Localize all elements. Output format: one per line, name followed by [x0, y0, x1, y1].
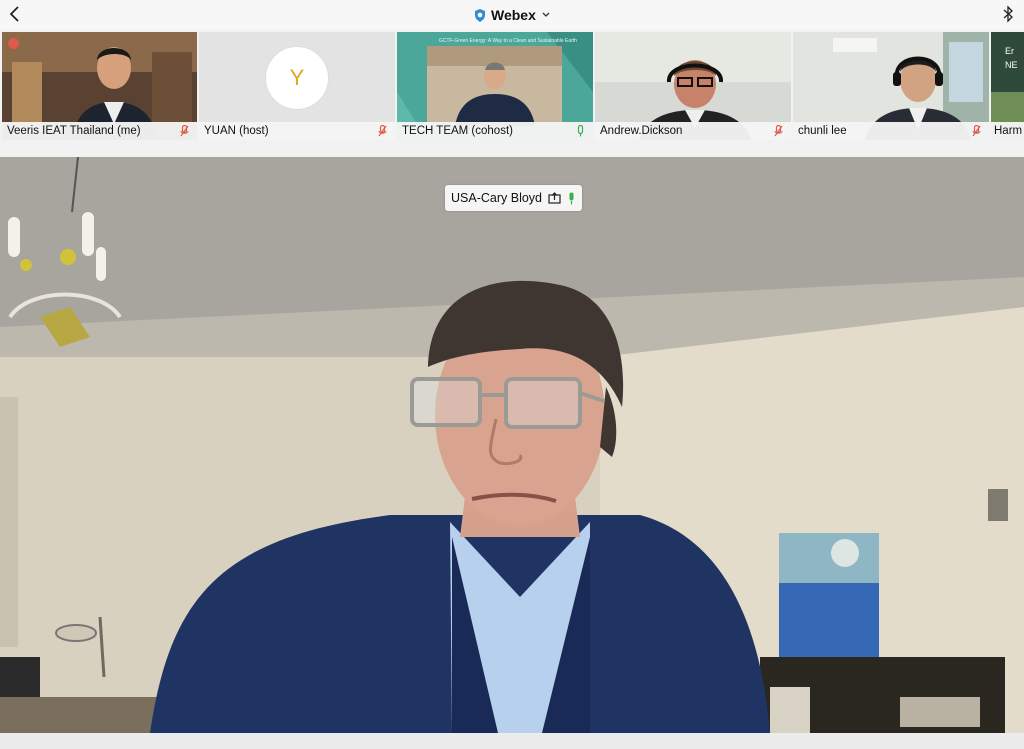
recording-badge: [8, 38, 19, 49]
shield-icon: [475, 8, 485, 22]
chevron-down-icon: [542, 12, 550, 17]
active-speaker-video[interactable]: [0, 157, 1024, 733]
active-speaker-label: USA-Cary Bloyd: [445, 185, 582, 211]
participant-name: Veeris IEAT Thailand (me): [7, 125, 141, 137]
participant-name-bar: TECH TEAM (cohost): [397, 122, 593, 140]
participant-tile-host[interactable]: Y YUAN (host): [199, 32, 395, 140]
participant-name: chunli lee: [798, 125, 847, 137]
mic-active-icon: [569, 192, 574, 204]
participant-name-bar: YUAN (host): [199, 122, 395, 140]
top-bar: Webex: [0, 0, 1024, 30]
app-title: Webex: [491, 7, 536, 23]
participant-name-bar: Andrew.Dickson: [595, 122, 791, 140]
mic-active-icon: [577, 125, 584, 137]
chevron-left-icon[interactable]: [6, 4, 24, 24]
participant-strip[interactable]: Veeris IEAT Thailand (me) Y YUAN (host): [0, 32, 1024, 140]
speaker-video-frame: [0, 157, 1024, 733]
bottom-bar: [0, 733, 1024, 749]
participant-name: YUAN (host): [204, 125, 269, 137]
participant-name: TECH TEAM (cohost): [402, 125, 513, 137]
app-title-dropdown[interactable]: Webex: [474, 5, 551, 25]
participant-tile-self[interactable]: Veeris IEAT Thailand (me): [2, 32, 197, 140]
participant-name-bar: Veeris IEAT Thailand (me): [2, 122, 197, 140]
participant-tile-harm[interactable]: Er NE Harm: [991, 32, 1024, 140]
participant-tile-chunli[interactable]: chunli lee: [793, 32, 989, 140]
participant-tile-andrew[interactable]: Andrew.Dickson: [595, 32, 791, 140]
mic-muted-icon: [180, 125, 189, 137]
avatar: Y: [265, 46, 329, 110]
active-speaker-name: USA-Cary Bloyd: [451, 191, 542, 205]
mic-muted-icon: [378, 125, 387, 137]
bluetooth-icon: [1003, 5, 1013, 23]
share-icon: [548, 192, 561, 204]
slide-text: Er NE: [1005, 46, 1018, 70]
slide-title: GCTF-Green Energy: A Way to a Clean and …: [439, 38, 577, 44]
participant-name-bar: chunli lee: [793, 122, 989, 140]
mic-muted-icon: [972, 125, 981, 137]
participant-name-bar: Harm: [991, 122, 1024, 140]
participant-name: Andrew.Dickson: [600, 125, 683, 137]
participant-tile-cohost[interactable]: GCTF-Green Energy: A Way to a Clean and …: [397, 32, 593, 140]
mic-muted-icon: [774, 125, 783, 137]
participant-name: Harm: [994, 125, 1023, 137]
